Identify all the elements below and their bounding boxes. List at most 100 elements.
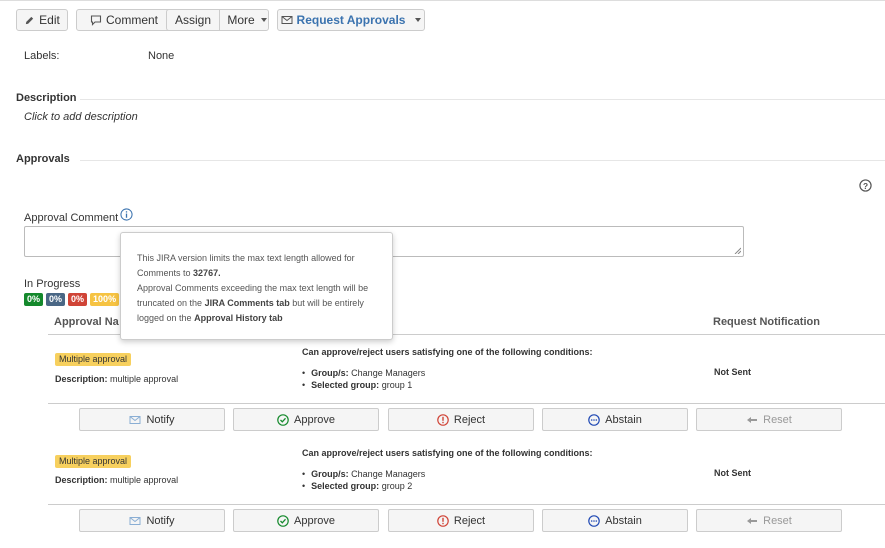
chevron-down-icon: [415, 18, 422, 22]
labels-value[interactable]: None: [148, 50, 174, 62]
description-placeholder[interactable]: Click to add description: [24, 111, 138, 123]
reject-button[interactable]: Reject: [388, 509, 534, 532]
edit-label: Edit: [39, 13, 60, 27]
notification-status: Not Sent: [714, 468, 751, 478]
reject-button[interactable]: Reject: [388, 408, 534, 431]
check-circle-icon: [277, 514, 289, 527]
description-key: Description:: [55, 374, 108, 384]
assign-button[interactable]: Assign: [167, 10, 219, 30]
chevron-down-icon: [260, 18, 267, 22]
assign-more-group: Assign More: [166, 9, 269, 31]
request-approvals-label: Request Approvals: [296, 13, 406, 27]
description-key: Description:: [55, 475, 108, 485]
conditions-list: Group/s: Change Managers Selected group:…: [302, 468, 425, 492]
condition-group: Group/s: Change Managers: [302, 367, 425, 379]
condition-selected: Selected group: group 1: [302, 379, 425, 391]
info-tooltip: This JIRA version limits the max text le…: [120, 232, 393, 340]
approval-type-tag: Multiple approval: [55, 353, 132, 366]
reject-label: Reject: [453, 413, 486, 426]
approved-percent-badge: 0%: [24, 293, 44, 306]
selected-key: Selected group:: [311, 380, 380, 390]
row-rule: [48, 504, 885, 505]
approve-button[interactable]: Approve: [233, 509, 379, 532]
group-key: Group/s:: [311, 469, 349, 479]
conditions-title: Can approve/reject users satisfying one …: [302, 347, 593, 357]
group-value: Change Managers: [351, 368, 426, 378]
conditions-title: Can approve/reject users satisfying one …: [302, 448, 593, 458]
check-circle-icon: [277, 413, 289, 426]
notify-label: Notify: [146, 514, 175, 527]
svg-text:?: ?: [863, 181, 868, 191]
edit-button[interactable]: Edit: [16, 9, 68, 31]
approval-description: Description: multiple approval: [55, 475, 178, 485]
undo-arrow-icon: [747, 416, 758, 423]
envelope-icon: [281, 16, 293, 24]
conditions-list: Group/s: Change Managers Selected group:…: [302, 367, 425, 391]
abstain-label: Abstain: [605, 413, 642, 426]
description-value: multiple approval: [110, 374, 179, 384]
ellipsis-circle-icon: [588, 514, 600, 527]
description-value: multiple approval: [110, 475, 179, 485]
speech-bubble-icon: [90, 15, 102, 26]
more-label: More: [227, 13, 255, 27]
tooltip-tab2: Approval History tab: [194, 313, 283, 323]
approve-button[interactable]: Approve: [233, 408, 379, 431]
tooltip-line1: This JIRA version limits the max text le…: [137, 253, 355, 278]
reset-button[interactable]: Reset: [696, 509, 842, 532]
tooltip-tab1: JIRA Comments tab: [204, 298, 290, 308]
condition-group: Group/s: Change Managers: [302, 468, 425, 480]
info-icon[interactable]: [120, 208, 133, 221]
request-approvals-button[interactable]: Request Approvals: [277, 9, 425, 31]
approval-description: Description: multiple approval: [55, 374, 178, 384]
approval-type-tag: Multiple approval: [55, 455, 132, 468]
condition-selected: Selected group: group 2: [302, 480, 425, 492]
envelope-icon: [129, 415, 141, 424]
more-button[interactable]: More: [219, 10, 274, 30]
notify-button[interactable]: Notify: [79, 509, 225, 532]
approvals-title: Approvals: [16, 153, 70, 165]
undo-arrow-icon: [747, 517, 758, 524]
progress-badges: 0% 0% 0% 100%: [24, 293, 120, 306]
status-label: In Progress: [24, 278, 81, 290]
abstain-button[interactable]: Abstain: [542, 509, 688, 532]
envelope-icon: [129, 516, 141, 525]
abstain-label: Abstain: [605, 514, 642, 527]
reset-button[interactable]: Reset: [696, 408, 842, 431]
labels-label: Labels:: [24, 50, 60, 62]
abstain-button[interactable]: Abstain: [542, 408, 688, 431]
description-title: Description: [16, 92, 77, 104]
approve-label: Approve: [294, 514, 335, 527]
approvals-rule: [80, 160, 885, 161]
selected-key: Selected group:: [311, 481, 380, 491]
abstained-percent-badge: 0%: [46, 293, 66, 306]
reject-label: Reject: [453, 514, 486, 527]
reset-label: Reset: [763, 514, 792, 527]
ellipsis-circle-icon: [588, 413, 600, 426]
approve-label: Approve: [294, 413, 335, 426]
exclamation-circle-icon: [437, 413, 449, 426]
group-value: Change Managers: [351, 469, 426, 479]
notify-button[interactable]: Notify: [79, 408, 225, 431]
approval-comment-label: Approval Comment: [24, 212, 119, 224]
pencil-icon: [25, 16, 34, 24]
comment-button[interactable]: Comment: [76, 9, 172, 31]
column-request-notification: Request Notification: [713, 316, 820, 328]
notify-label: Notify: [146, 413, 175, 426]
reset-label: Reset: [763, 413, 792, 426]
notification-status: Not Sent: [714, 367, 751, 377]
help-icon[interactable]: ?: [859, 179, 872, 192]
group-key: Group/s:: [311, 368, 349, 378]
rejected-percent-badge: 0%: [68, 293, 88, 306]
comment-label: Comment: [105, 13, 158, 27]
selected-value: group 1: [381, 380, 413, 390]
description-rule: [80, 99, 885, 100]
row-rule: [48, 403, 885, 404]
top-border: [0, 0, 885, 1]
selected-value: group 2: [381, 481, 413, 491]
pending-percent-badge: 100%: [90, 293, 120, 306]
assign-label: Assign: [175, 13, 212, 27]
tooltip-limit: 32767.: [193, 268, 221, 278]
exclamation-circle-icon: [437, 514, 449, 527]
column-approval-name: Approval Na: [54, 316, 119, 328]
resize-grip-icon[interactable]: [734, 247, 741, 254]
